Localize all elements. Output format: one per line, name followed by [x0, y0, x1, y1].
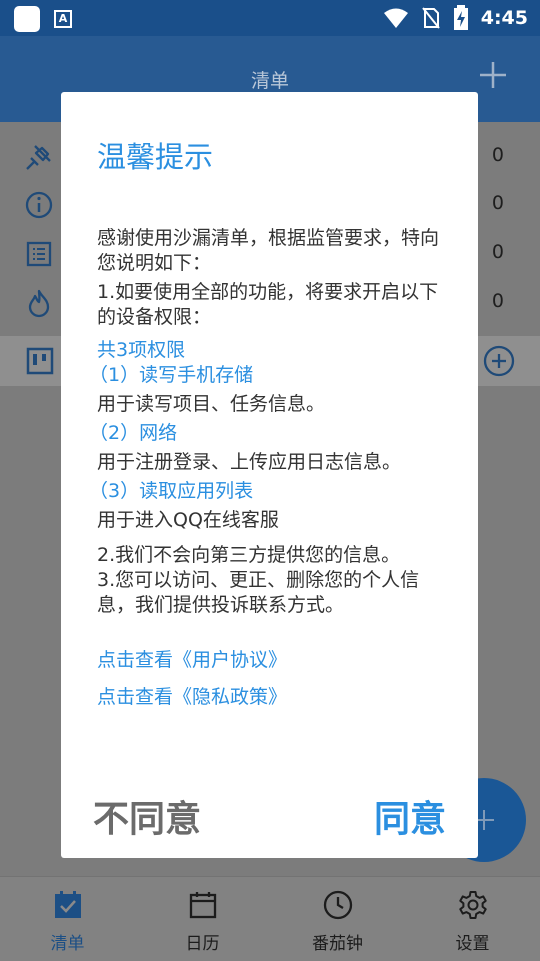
info-icon	[25, 191, 53, 219]
circle-plus-icon[interactable]	[482, 344, 516, 378]
app-square-icon	[14, 6, 40, 32]
nav-label: 番茄钟	[312, 934, 363, 954]
no-sim-icon	[421, 7, 440, 29]
dialog-body: 感谢使用沙漏清单，根据监管要求，特向您说明如下： 1.如要使用全部的功能，将要求…	[89, 226, 447, 710]
dialog-point-1: 1.如要使用全部的功能，将要求开启以下的设备权限：	[97, 281, 439, 328]
nav-label: 日历	[185, 934, 220, 954]
permission-2-desc: 用于注册登录、上传应用日志信息。	[97, 451, 402, 473]
dialog-title: 温馨提示	[97, 140, 214, 174]
nav-item-pomodoro[interactable]: 番茄钟	[270, 877, 405, 961]
row-count: 0	[491, 241, 504, 263]
bottom-nav: 清单 日历 番茄钟 设置	[0, 876, 540, 961]
permission-count: 共3项权限	[97, 339, 186, 361]
pin-icon	[26, 145, 51, 170]
dialog-point-2: 2.我们不会向第三方提供您的信息。	[97, 544, 401, 566]
decline-button[interactable]: 不同意	[93, 790, 201, 842]
notice-dialog: 温馨提示 感谢使用沙漏清单，根据监管要求，特向您说明如下： 1.如要使用全部的功…	[61, 92, 478, 858]
nav-item-settings[interactable]: 设置	[405, 877, 540, 961]
row-count: 0	[491, 144, 504, 166]
status-bar: A 4:45	[0, 0, 540, 36]
row-count: 0	[491, 192, 504, 214]
list-icon	[26, 241, 52, 267]
nav-item-checklist[interactable]: 清单	[0, 877, 135, 961]
status-icons: 4:45	[383, 0, 528, 36]
battery-charging-icon	[453, 5, 468, 30]
fire-icon	[28, 289, 50, 318]
permission-1-desc: 用于读写项目、任务信息。	[97, 393, 326, 415]
a-text-icon: A	[54, 10, 72, 28]
permission-1-title: （1）读写手机存储	[89, 364, 254, 386]
board-icon	[26, 347, 54, 375]
plus-icon[interactable]	[476, 58, 510, 92]
nav-label: 清单	[50, 934, 85, 954]
gear-icon	[458, 891, 487, 919]
status-time: 4:45	[480, 7, 528, 29]
wifi-icon	[383, 8, 408, 28]
permission-2-title: （2）网络	[89, 422, 178, 444]
clock-icon	[323, 890, 352, 920]
permission-3-desc: 用于进入QQ在线客服	[97, 509, 279, 531]
nav-item-calendar[interactable]: 日历	[135, 877, 270, 961]
row-count: 0	[491, 290, 504, 312]
dialog-point-3: 3.您可以访问、更正、删除您的个人信息，我们提供投诉联系方式。	[97, 569, 420, 616]
dialog-intro: 感谢使用沙漏清单，根据监管要求，特向您说明如下：	[97, 227, 440, 274]
privacy-policy-link[interactable]: 点击查看《隐私政策》	[97, 685, 447, 710]
page-title: 清单	[250, 70, 289, 92]
user-agreement-link[interactable]: 点击查看《用户协议》	[97, 648, 447, 673]
nav-label: 设置	[455, 934, 490, 954]
calendar-icon	[189, 892, 216, 919]
checklist-icon	[54, 891, 81, 918]
agree-button[interactable]: 同意	[374, 790, 446, 842]
permission-3-title: （3）读取应用列表	[89, 480, 254, 502]
